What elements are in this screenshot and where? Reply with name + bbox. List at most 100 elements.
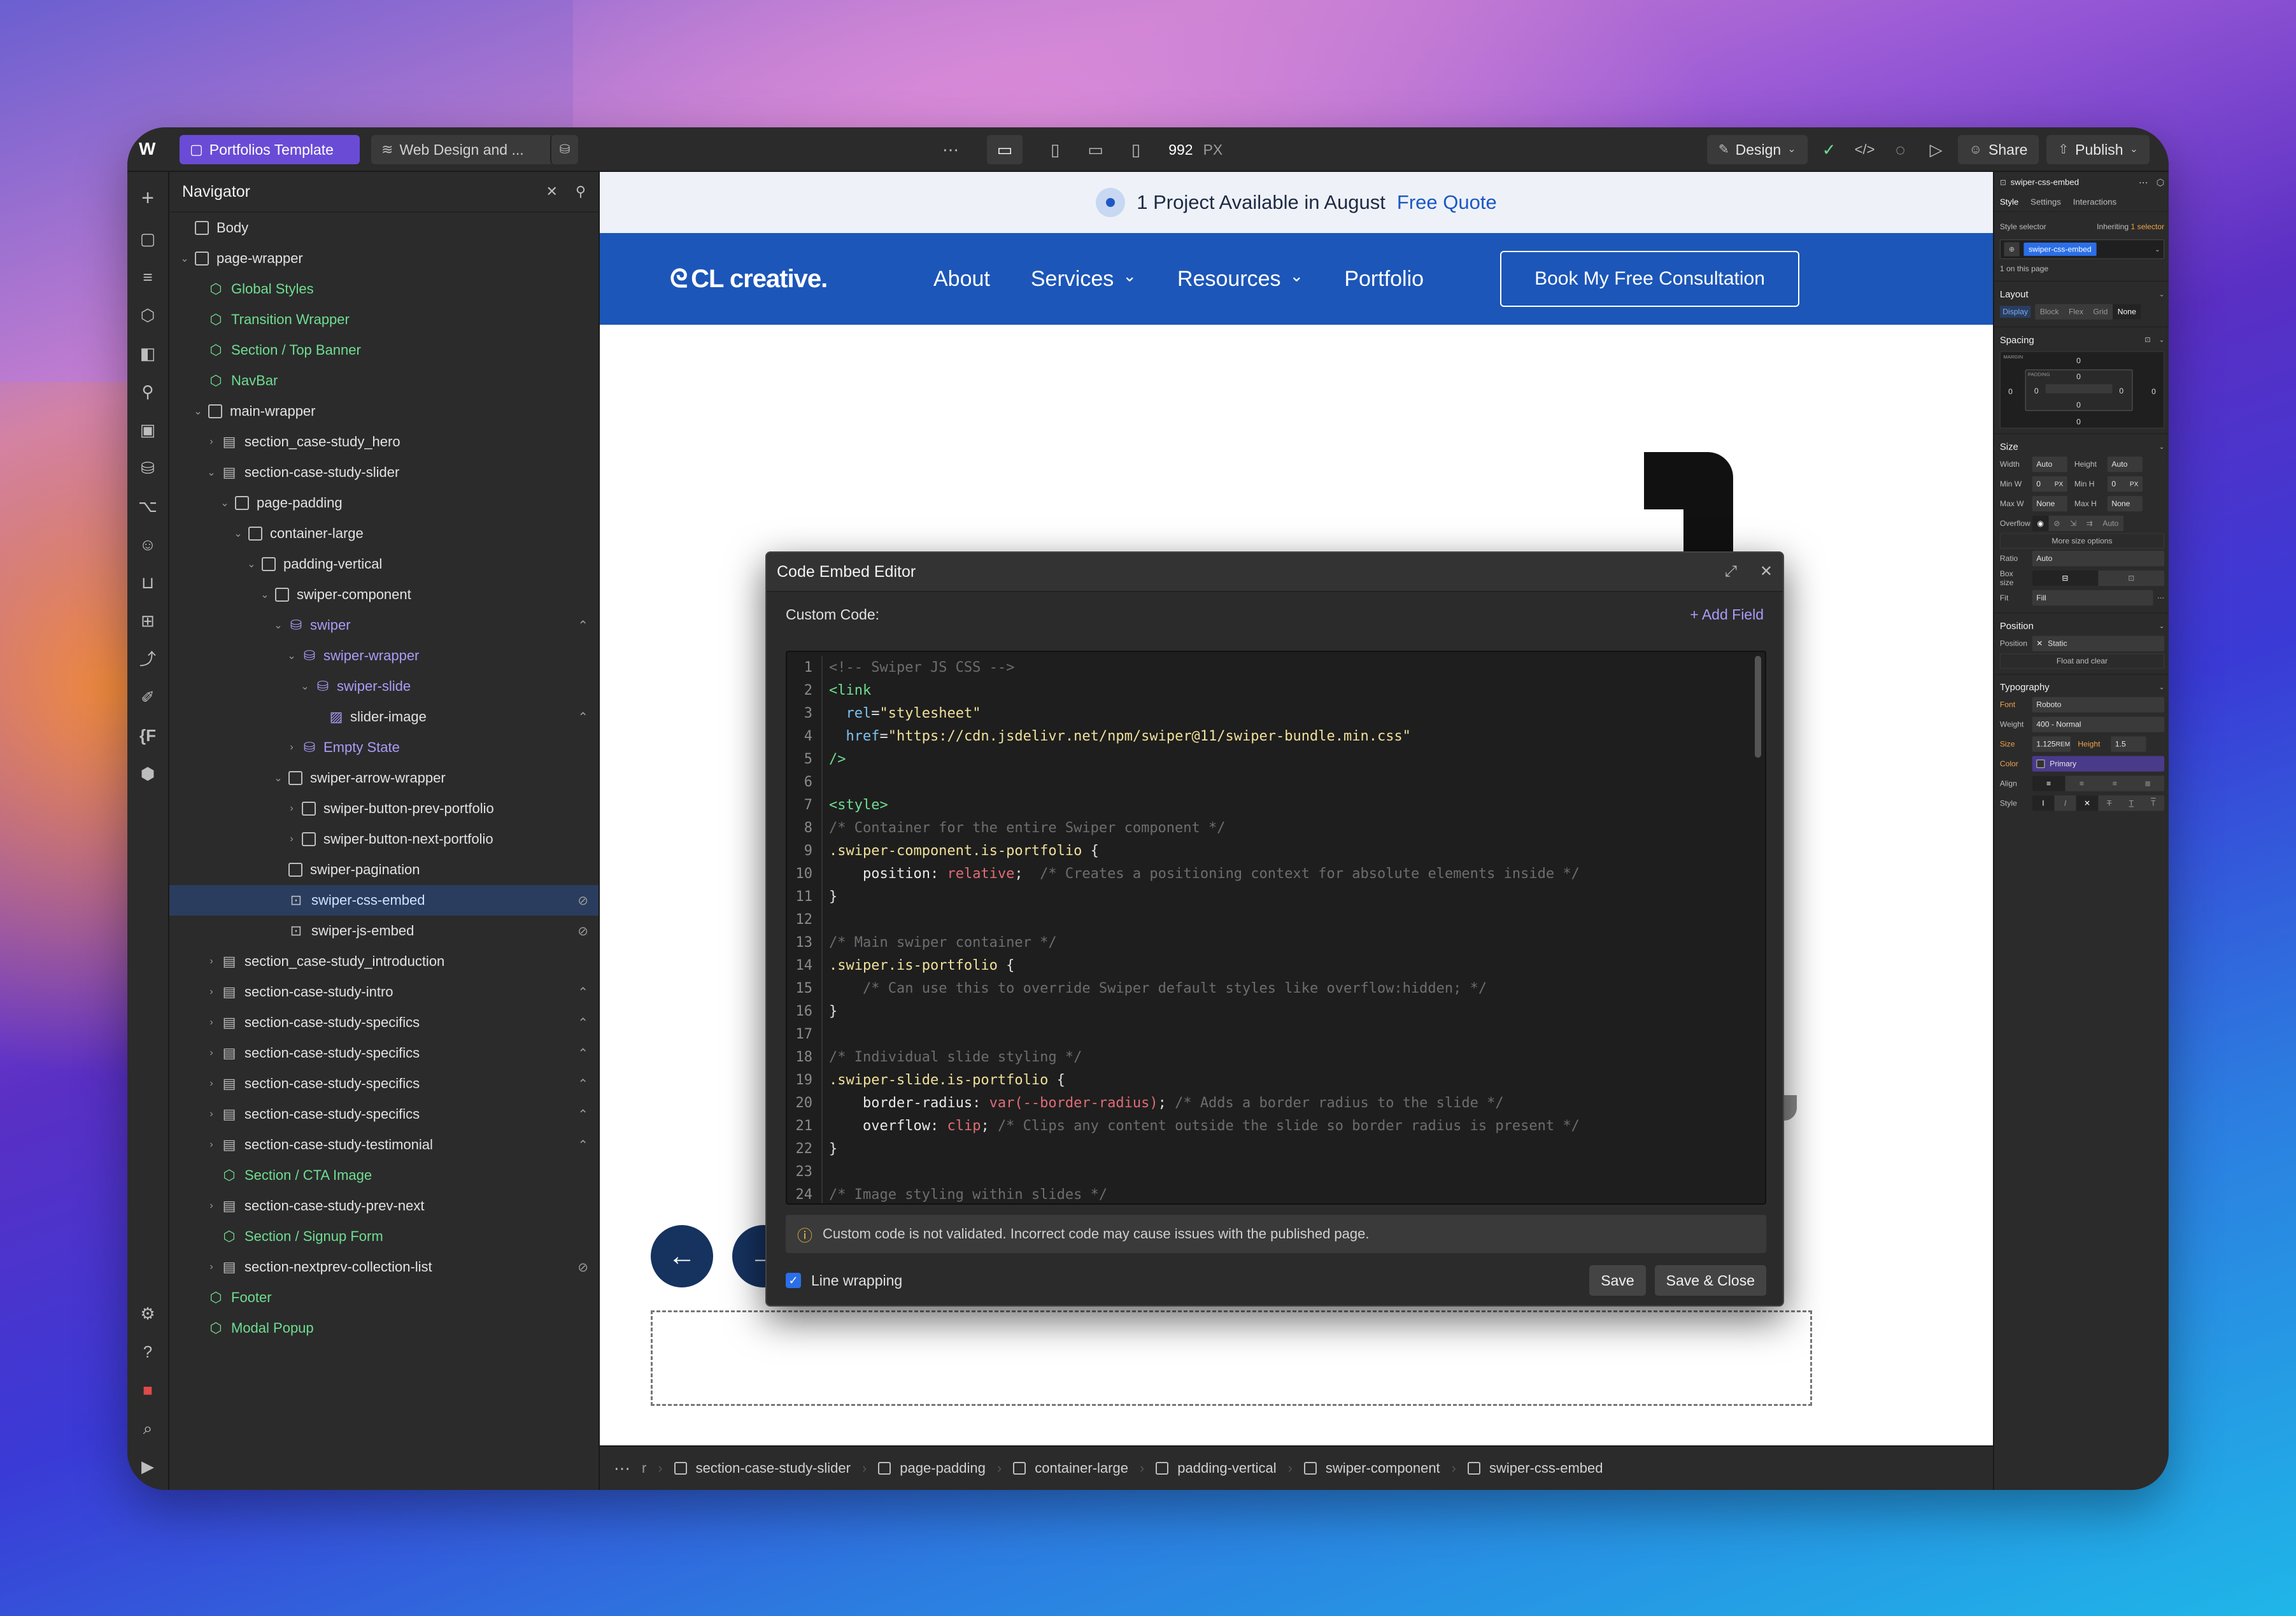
display-block[interactable]: Block [2035, 304, 2064, 320]
linked-symbol-icon[interactable]: ⌃ [578, 984, 588, 1000]
code-line[interactable]: 3 rel = "stylesheet" [787, 702, 1765, 725]
navigator-item[interactable]: ⬡ Global Styles [169, 274, 599, 304]
expand-caret-icon[interactable]: › [205, 986, 218, 998]
navigator-item[interactable]: ⌄ padding-vertical [169, 549, 599, 579]
navigator-item[interactable]: › ▤ section-nextprev-collection-list ⊘ [169, 1252, 599, 1282]
upright-icon[interactable]: I [2032, 795, 2055, 811]
navigator-item[interactable]: ⬡ Section / CTA Image [169, 1160, 599, 1191]
checkbox-checked-icon[interactable]: ✓ [786, 1273, 801, 1288]
line-wrapping-toggle[interactable]: ✓ Line wrapping [786, 1272, 902, 1289]
publish-button[interactable]: ⇧ Publish ⌄ [2046, 135, 2150, 164]
expand-caret-icon[interactable]: › [285, 803, 298, 814]
align-right-icon[interactable]: ≡ [2098, 776, 2131, 791]
expand-caret-icon[interactable]: ⌄ [299, 680, 311, 693]
components-icon[interactable]: ⬡ [141, 307, 155, 323]
more-size-options-button[interactable]: More size options [2052, 536, 2112, 545]
code-line[interactable]: 8 /* Container for the entire Swiper comp… [787, 816, 1765, 839]
close-icon[interactable]: ✕ [1760, 564, 1773, 579]
pin-icon[interactable]: ⚲ [576, 185, 586, 199]
color-select[interactable]: Primary [2032, 756, 2165, 772]
navigator-item[interactable]: › ⛁ Empty State [169, 732, 599, 763]
tab-interactions[interactable]: Interactions [2073, 197, 2116, 207]
swiper-prev-arrow-button[interactable]: ← [651, 1225, 713, 1287]
size-title[interactable]: Size [2000, 441, 2018, 452]
add-field-button[interactable]: + Add Field [1690, 606, 1764, 623]
overflow-scroll-icon[interactable]: ⇲ [2065, 516, 2081, 531]
preview-play-icon[interactable]: ▷ [1922, 141, 1950, 158]
code-line[interactable]: 15 /* Can use this to override Swiper de… [787, 977, 1765, 1000]
hidden-eye-icon[interactable]: ⊘ [578, 923, 588, 939]
expand-caret-icon[interactable]: ⌄ [259, 588, 271, 601]
linked-symbol-icon[interactable]: ⌃ [578, 1107, 588, 1123]
margin-bottom[interactable]: 0 [2076, 417, 2081, 426]
code-line[interactable]: 20 border-radius: var(--border-radius); … [787, 1091, 1765, 1114]
display-grid[interactable]: Grid [2088, 304, 2113, 320]
more-options-icon[interactable]: ⋯ [2157, 595, 2164, 602]
chevron-down-icon[interactable]: ⌄ [2155, 246, 2160, 252]
strikethrough-icon[interactable]: T [2098, 795, 2120, 811]
cms-item-button[interactable]: ⛁ [550, 135, 578, 164]
expand-caret-icon[interactable]: ⌄ [272, 619, 285, 632]
italic-icon[interactable]: I [2054, 795, 2076, 811]
spacing-preset-icon[interactable]: ⊡ [2144, 336, 2150, 343]
expand-caret-icon[interactable]: ⌄ [205, 466, 218, 479]
navigator-item[interactable]: › ▤ section_case-study_hero [169, 427, 599, 457]
spacing-editor[interactable]: MARGIN 0 0 0 0 PADDING 0 0 0 0 [1999, 351, 2165, 429]
padding-right[interactable]: 0 [2119, 386, 2123, 395]
navigator-item[interactable]: Body [169, 213, 599, 243]
linked-symbol-icon[interactable]: ⌃ [578, 709, 588, 725]
overline-icon[interactable]: T [2143, 795, 2165, 811]
margin-top[interactable]: 0 [2076, 356, 2081, 365]
code-line[interactable]: 16} [787, 1000, 1765, 1023]
cms-icon[interactable]: ⛁ [141, 460, 155, 476]
chevron-down-icon[interactable]: ⌄ [2159, 336, 2164, 343]
underline-icon[interactable]: T [2120, 795, 2143, 811]
code-line[interactable]: 24 /* Image styling within slides */ [787, 1183, 1765, 1203]
margin-right[interactable]: 0 [2151, 387, 2156, 396]
breadcrumb-more-icon[interactable]: ⋯ [614, 1460, 630, 1477]
inheriting-count[interactable]: 1 selector [2131, 222, 2165, 231]
swiper-pagination-placeholder[interactable] [651, 1310, 1812, 1406]
navigator-item[interactable]: ⬡ NavBar [169, 365, 599, 396]
collapse-icon[interactable]: ✕ [546, 185, 557, 199]
navigator-item[interactable]: ⬡ Footer [169, 1282, 599, 1313]
code-line[interactable]: 11} [787, 885, 1765, 908]
page-switcher-button[interactable]: ≋ Web Design and ... [371, 135, 553, 164]
video-icon[interactable]: ▶ [141, 1458, 154, 1475]
add-elements-icon[interactable]: + [141, 187, 154, 209]
code-line[interactable]: 12 [787, 908, 1765, 931]
webflow-logo-icon[interactable]: W [139, 140, 155, 158]
min-height-input[interactable]: 0 PX [2107, 476, 2143, 492]
navigator-item[interactable]: › ▤ section-case-study-intro ⌃ [169, 977, 599, 1007]
site-menu-item[interactable]: Resources ⌄ [1177, 266, 1303, 292]
navigator-item[interactable]: ⬡ Section / Signup Form [169, 1221, 599, 1252]
padding-left[interactable]: 0 [2034, 386, 2039, 395]
navigator-item[interactable]: ⬡ Transition Wrapper [169, 304, 599, 335]
analyze-icon[interactable]: ⤴ [139, 651, 156, 667]
navigator-item[interactable]: swiper-pagination [169, 854, 599, 885]
navigator-icon[interactable]: ≡ [143, 269, 152, 285]
expand-caret-icon[interactable]: › [205, 1139, 218, 1151]
expand-caret-icon[interactable]: ⌄ [218, 497, 231, 509]
site-menu-item[interactable]: Services ⌄ [1031, 266, 1137, 292]
hidden-eye-icon[interactable]: ⊘ [578, 1259, 588, 1275]
expand-caret-icon[interactable]: › [205, 1261, 218, 1273]
expand-caret-icon[interactable]: ⌄ [192, 405, 204, 418]
editor-scrollbar[interactable] [1755, 656, 1761, 758]
free-quote-link[interactable]: Free Quote [1397, 191, 1497, 214]
code-line[interactable]: 6 [787, 770, 1765, 793]
component-icon[interactable]: ⬡ [2157, 178, 2165, 187]
expand-icon[interactable]: ⤢ [1725, 564, 1737, 579]
align-justify-icon[interactable]: ≣ [2131, 776, 2164, 791]
navigator-item[interactable]: › ▤ section-case-study-specifics ⌃ [169, 1068, 599, 1099]
content-box-icon[interactable]: ⊡ [2098, 571, 2164, 586]
breadcrumb-item[interactable]: section-case-study-slider [674, 1460, 851, 1477]
more-options-icon[interactable]: ⋯ [2139, 178, 2148, 187]
expand-caret-icon[interactable]: ⌄ [272, 772, 285, 784]
width-input[interactable]: Auto [2032, 457, 2067, 472]
expand-caret-icon[interactable]: ⌄ [178, 252, 191, 265]
float-and-clear-button[interactable]: Float and clear [2057, 656, 2108, 665]
variables-icon[interactable]: ◧ [140, 345, 156, 362]
more-breakpoints-icon[interactable]: ⋯ [942, 141, 959, 158]
code-line[interactable]: 22} [787, 1137, 1765, 1160]
